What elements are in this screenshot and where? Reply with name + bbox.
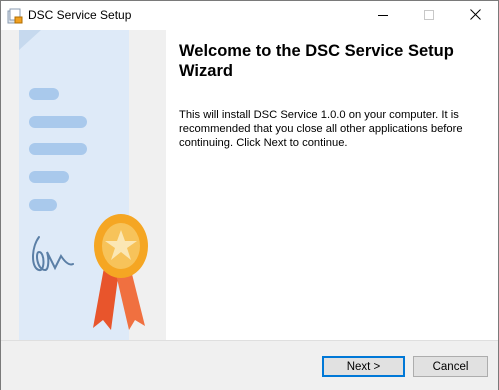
setup-window: DSC Service Setup Welcome to the DSC Ser…: [0, 0, 499, 390]
setup-box-icon: [6, 7, 24, 25]
close-icon: [469, 7, 481, 25]
maximize-button: [406, 1, 452, 30]
text-line: [29, 171, 69, 183]
maximize-icon: [424, 7, 434, 25]
window-title: DSC Service Setup: [28, 8, 132, 22]
text-line: [29, 199, 57, 211]
minimize-button[interactable]: [360, 1, 406, 30]
text-line: [29, 88, 59, 100]
title-bar[interactable]: DSC Service Setup: [1, 1, 498, 30]
next-button[interactable]: Next >: [322, 356, 405, 377]
wizard-content: Welcome to the DSC Service Setup Wizard …: [166, 30, 498, 340]
certificate-illustration: [19, 30, 148, 340]
text-line: [29, 116, 87, 128]
wizard-side-panel: [1, 30, 166, 340]
button-bar: Next > Cancel: [1, 340, 498, 390]
cancel-button[interactable]: Cancel: [413, 356, 488, 377]
welcome-message: This will install DSC Service 1.0.0 on y…: [179, 109, 463, 149]
close-button[interactable]: [452, 1, 498, 30]
minimize-icon: [378, 7, 388, 25]
page-title: Welcome to the DSC Service Setup Wizard: [179, 42, 454, 80]
text-line: [29, 143, 87, 155]
